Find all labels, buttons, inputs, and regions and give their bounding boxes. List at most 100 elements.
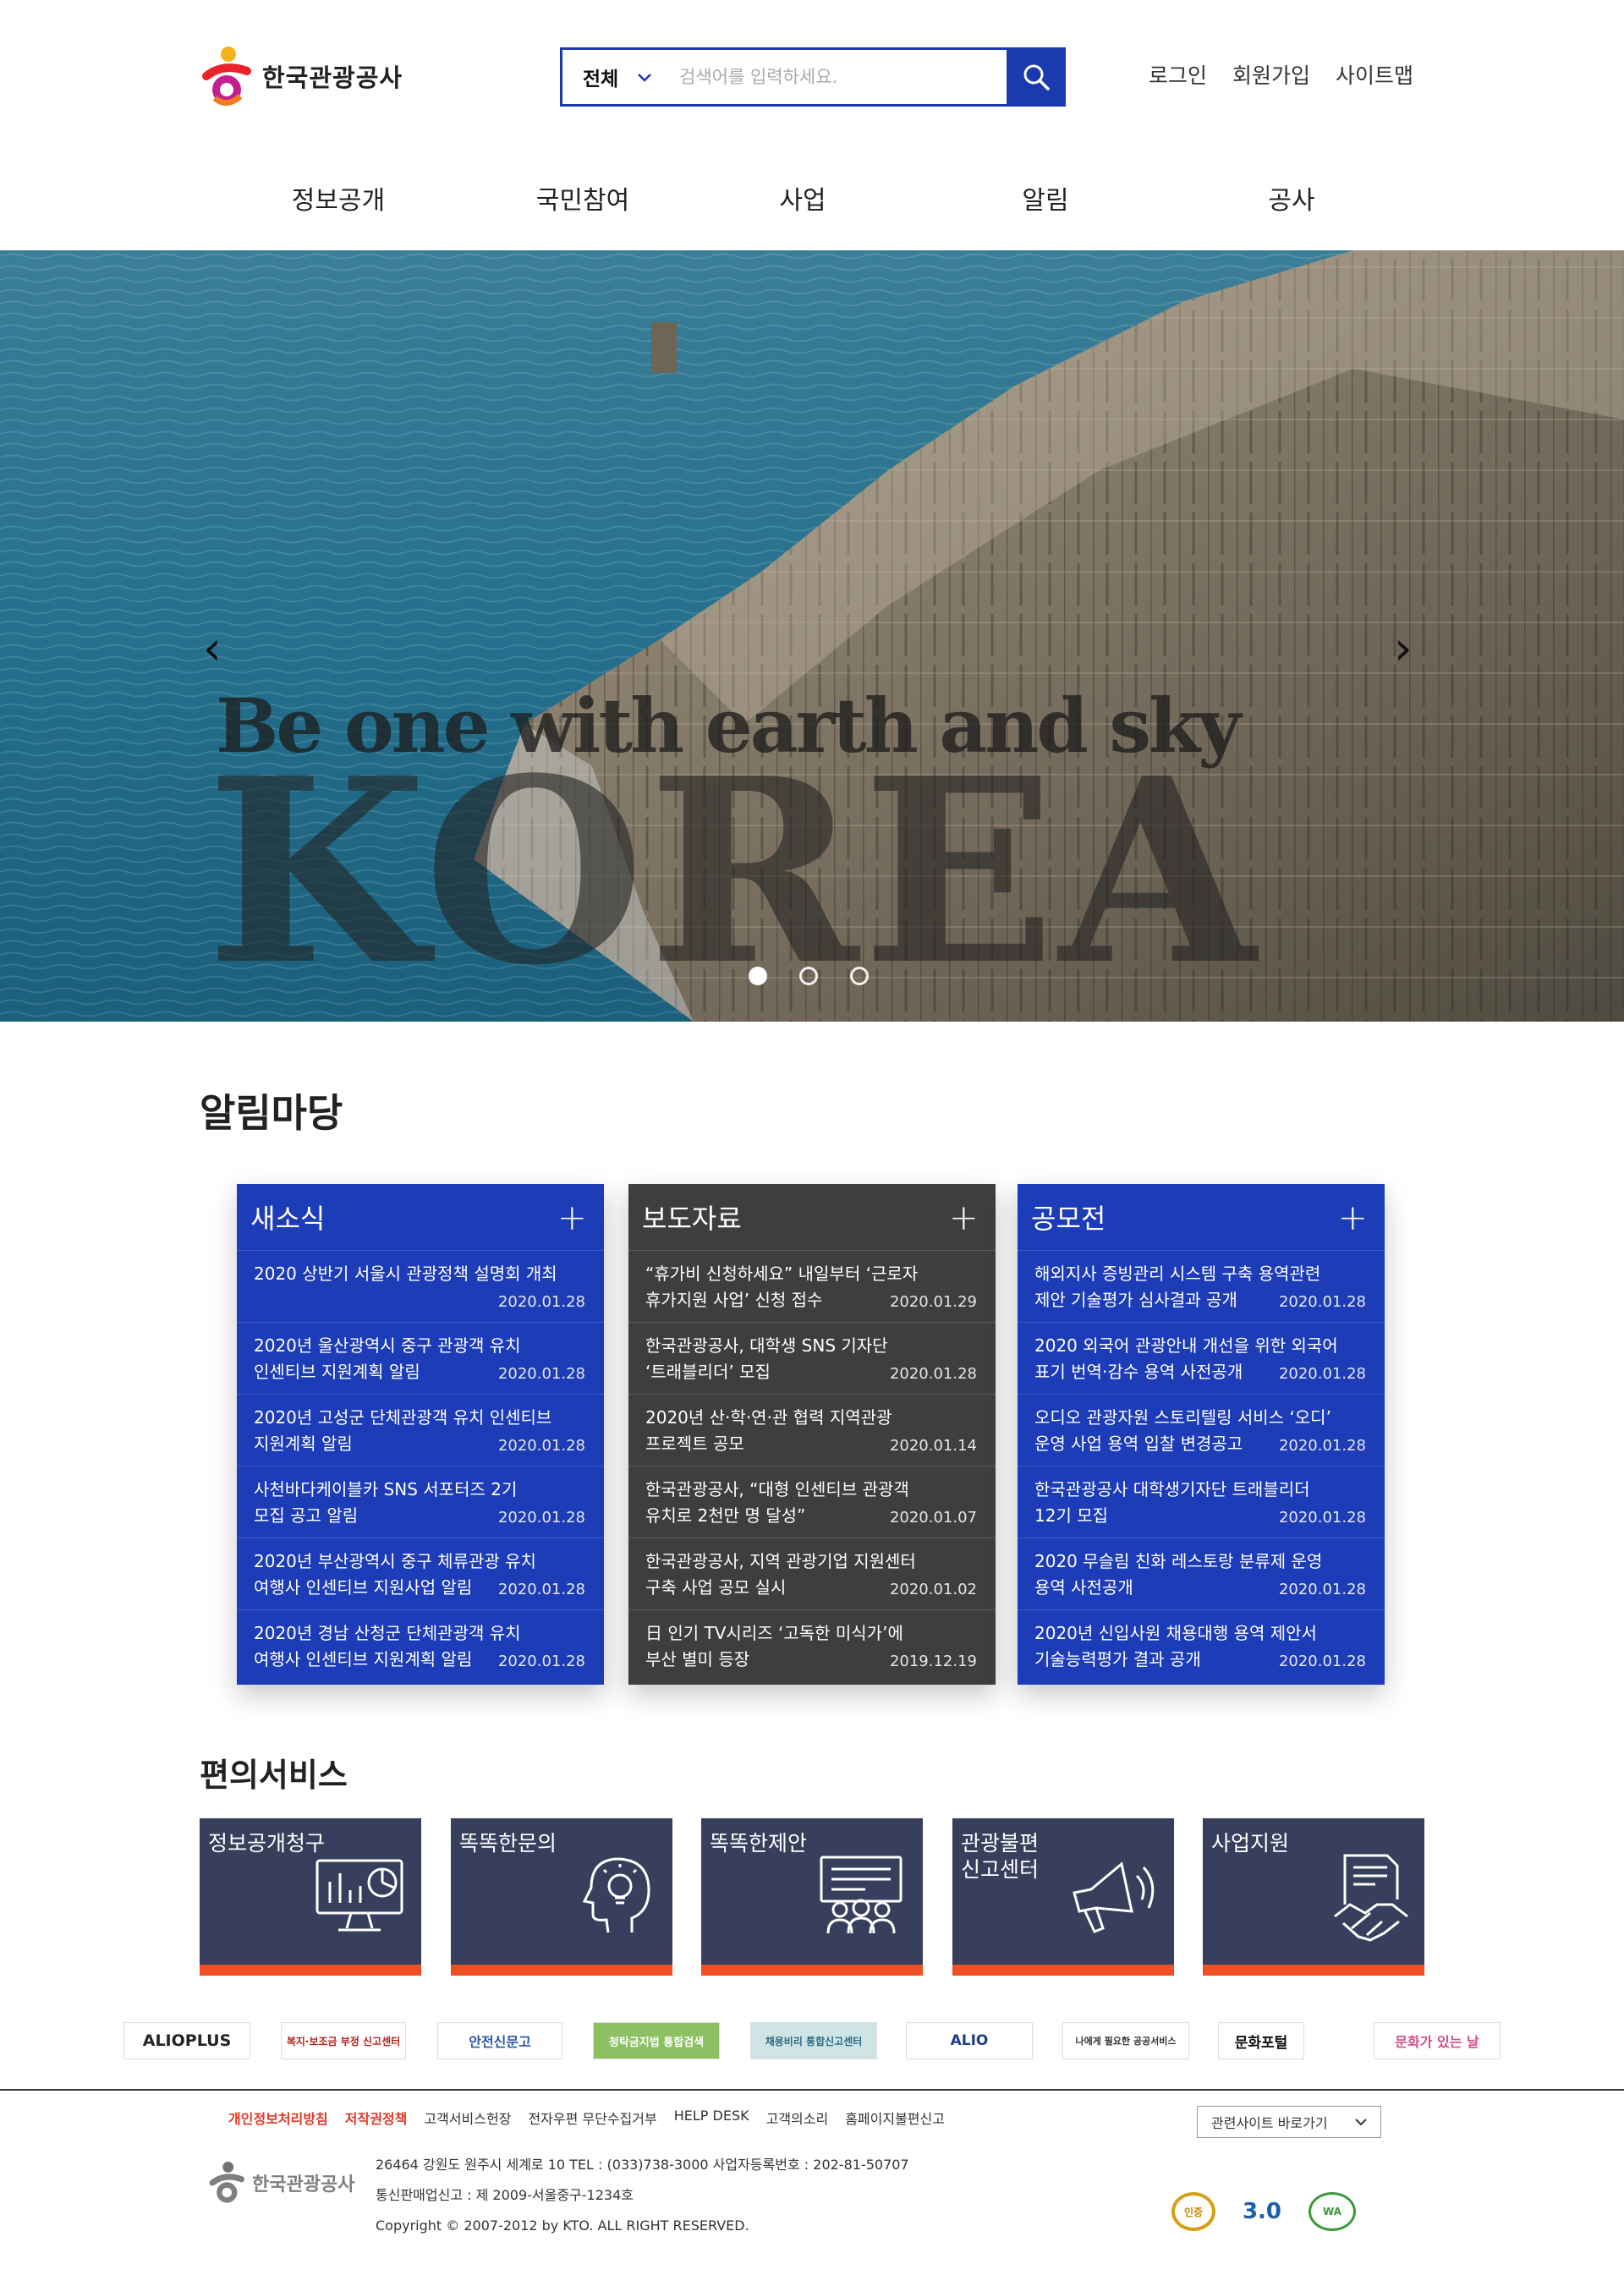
footer-link[interactable]: HELP DESK xyxy=(674,2108,749,2128)
banner-safety-report[interactable]: 안전신문고 xyxy=(437,2022,562,2059)
board-item-title-line1: 2020년 산·학·연·관 협력 지역관광 xyxy=(645,1407,892,1428)
footer-links: 개인정보처리방침 저작권정책 고객서비스헌장 전자우편 무단수집거부 HELP DESK… xyxy=(228,2108,945,2128)
related-sites-label: 관련사이트 바로가기 xyxy=(1211,2115,1328,2131)
footer-link[interactable]: 개인정보처리방침 xyxy=(228,2108,328,2128)
more-button[interactable]: + xyxy=(557,1197,587,1238)
service-business-support[interactable]: 사업지원 xyxy=(1203,1818,1424,1976)
slider-dot[interactable] xyxy=(850,967,869,985)
board-list-item[interactable]: 한국관광공사 대학생기자단 트래블리더 12기 모집 2020.01.28 xyxy=(1018,1466,1385,1538)
banner-culture-day[interactable]: 문화가 있는 날 xyxy=(1374,2022,1501,2059)
slider-prev-button[interactable]: ‹ xyxy=(203,622,222,675)
nav-item-info-disclosure[interactable]: 정보공개 xyxy=(292,179,385,217)
board-list-item[interactable]: 한국관광공사, 지역 관광기업 지원센터 구축 사업 공모 실시 2020.01.0… xyxy=(628,1538,996,1609)
board-item-date: 2020.01.28 xyxy=(497,1293,585,1311)
more-button[interactable]: + xyxy=(1338,1197,1368,1238)
board-list-item[interactable]: 2020년 울산광역시 중구 관광객 유치 인센티브 지원계획 알림 2020.01… xyxy=(237,1322,604,1394)
board-list-item[interactable]: 한국관광공사, 대학생 SNS 기자단 ‘트래블리더’ 모집 2020.01.28 xyxy=(628,1322,996,1394)
board-list-item[interactable]: 日 인기 TV시리즈 ‘고독한 미식가’에 부산 별미 등장 2019.12.19 xyxy=(628,1609,996,1681)
banner-label: 청탁금지법 통합검색 xyxy=(608,2036,705,2049)
board-list-item[interactable]: 해외지사 증빙관리 시스템 구축 용역관련 제안 기술평가 심사결과 공개 2020… xyxy=(1018,1250,1385,1322)
site-logo[interactable]: 한국관광공사 xyxy=(198,42,403,110)
search-button[interactable] xyxy=(1007,47,1066,107)
handshake-contract-icon xyxy=(1334,1854,1408,1942)
footer-link[interactable]: 홈페이지불편신고 xyxy=(845,2108,945,2128)
board-list-item[interactable]: 2020 외국어 관광안내 개선을 위한 외국어 표기 번역·감수 용역 사전공개… xyxy=(1018,1322,1385,1394)
board-list-item[interactable]: 오디오 관광자원 스토리텔링 서비스 ‘오디’ 운영 사업 용역 입찰 변경공고 2… xyxy=(1018,1394,1385,1466)
board-item-title-line1: 2020년 부산광역시 중구 체류관광 유치 xyxy=(254,1551,536,1571)
board-list-item[interactable]: 2020년 신입사원 채용대행 용역 제안서 기술능력평가 결과 공개 2020.0… xyxy=(1018,1609,1385,1681)
board-header: 공모전 + xyxy=(1018,1184,1385,1250)
slider-dot[interactable] xyxy=(749,967,767,985)
footer-link[interactable]: 고객의소리 xyxy=(766,2108,829,2128)
board-item-date: 2020.01.28 xyxy=(1278,1293,1366,1311)
login-link[interactable]: 로그인 xyxy=(1149,59,1207,90)
banner-label: 안전신문고 xyxy=(469,2034,531,2050)
slider-dot[interactable] xyxy=(799,967,818,985)
nav-item-business[interactable]: 사업 xyxy=(779,179,826,217)
banner-hiring-report[interactable]: 채용비리 통합신고센터 xyxy=(750,2022,877,2059)
board-title: 보도자료 xyxy=(642,1203,742,1235)
cert-label: 3.0 xyxy=(1242,2199,1282,2224)
banner-label: 나에게 필요한 공공서비스 xyxy=(1075,2036,1177,2047)
search-input[interactable] xyxy=(672,50,1007,104)
board-list-item[interactable]: 사천바다케이블카 SNS 서포터즈 2기 모집 공고 알림 2020.01.28 xyxy=(237,1466,604,1538)
service-label-line1: 똑똑한제안 xyxy=(710,1831,808,1856)
board-list-item[interactable]: “휴가비 신청하세요” 내일부터 ‘근로자 휴가지원 사업’ 신청 접수 2020.… xyxy=(628,1250,996,1322)
banner-label: 문화가 있는 날 xyxy=(1395,2034,1479,2050)
board-header: 보도자료 + xyxy=(628,1184,996,1250)
banner-subsidy-report[interactable]: 복지·보조금 부정 신고센터 xyxy=(281,2022,406,2059)
banner-anti-graft[interactable]: 청탁금지법 통합검색 xyxy=(593,2022,720,2059)
kto-logo-mark-icon xyxy=(198,42,257,110)
board-item-title-line1: “휴가비 신청하세요” 내일부터 ‘근로자 xyxy=(645,1264,919,1284)
footer-link[interactable]: 저작권정책 xyxy=(345,2108,408,2128)
nav-item-participation[interactable]: 국민참여 xyxy=(536,179,629,217)
more-button[interactable]: + xyxy=(949,1197,979,1238)
web-accessibility-mark-icon: WA xyxy=(1309,2192,1356,2231)
board-item-title-line1: 해외지사 증빙관리 시스템 구축 용역관련 xyxy=(1034,1264,1321,1284)
search-bar: 전체 xyxy=(560,47,1066,107)
site-header: 한국관광공사 전체 로그인 회원가입 사이트맵 xyxy=(0,0,1624,148)
board-list-item[interactable]: 2020년 고성군 단체관광객 유치 인센티브 지원계획 알림 2020.01.28 xyxy=(237,1394,604,1466)
service-label-line2: 신고센터 xyxy=(961,1857,1040,1882)
board-item-date: 2020.01.29 xyxy=(889,1293,977,1311)
board-item-date: 2020.01.28 xyxy=(497,1653,585,1670)
section-title-notice: 알림마당 xyxy=(200,1090,343,1136)
banner-culture-portal[interactable]: 문화포털 xyxy=(1218,2022,1304,2059)
service-info-request[interactable]: 정보공개청구 xyxy=(200,1818,421,1976)
footer-link[interactable]: 고객서비스헌장 xyxy=(424,2108,511,2128)
board-list-item[interactable]: 한국관광공사, “대형 인센티브 관광객 유치로 2천만 명 달성” 2020.01… xyxy=(628,1466,996,1538)
service-smart-inquiry[interactable]: 똑똑한문의 xyxy=(451,1818,672,1976)
chevron-down-icon xyxy=(1355,2119,1367,2126)
head-bulb-icon xyxy=(582,1857,650,1933)
banner-public-service[interactable]: 나에게 필요한 공공서비스 xyxy=(1062,2022,1189,2059)
certification-marks: 인증 3.0 WA xyxy=(1171,2192,1356,2231)
service-complaint-center[interactable]: 관광불편 신고센터 xyxy=(952,1818,1174,1976)
board-list-item[interactable]: 2020 상반기 서울시 관광정책 설명회 개최 2020.01.28 xyxy=(237,1250,604,1322)
footer-link[interactable]: 전자우편 무단수집거부 xyxy=(528,2108,656,2128)
banner-alioplus[interactable]: ALIOPLUS xyxy=(123,2022,250,2059)
nav-item-company[interactable]: 공사 xyxy=(1268,179,1314,217)
footer-copyright: Copyright © 2007-2012 by KTO. ALL RIGHT … xyxy=(376,2217,749,2234)
board-item-date: 2020.01.28 xyxy=(497,1437,585,1455)
site-footer: 개인정보처리방침 저작권정책 고객서비스헌장 전자우편 무단수집거부 HELP DESK… xyxy=(0,2089,1624,2275)
board-list-item[interactable]: 2020년 산·학·연·관 협력 지역관광 프로젝트 공모 2020.01.14 xyxy=(628,1394,996,1466)
board-list-item[interactable]: 2020년 경남 산청군 단체관광객 유치 여행사 인센티브 지원계획 알림 202… xyxy=(237,1609,604,1681)
related-sites-select[interactable]: 관련사이트 바로가기 xyxy=(1197,2106,1381,2138)
board-list-item[interactable]: 2020 무슬림 친화 레스토랑 분류제 운영 용역 사전공개 2020.01.28 xyxy=(1018,1538,1385,1609)
board-item-date: 2020.01.28 xyxy=(1278,1653,1366,1670)
search-scope-select[interactable]: 전체 xyxy=(562,50,672,104)
board-item-date: 2020.01.28 xyxy=(497,1581,585,1598)
banner-alio[interactable]: ALIO xyxy=(906,2022,1033,2059)
footer-mail-order: 통신판매업신고 : 제 2009-서울중구-1234호 xyxy=(376,2187,634,2203)
signup-link[interactable]: 회원가입 xyxy=(1232,59,1310,90)
board-header: 새소식 + xyxy=(237,1184,604,1250)
slider-next-button[interactable]: › xyxy=(1394,622,1413,675)
cert-seal-icon: 인증 xyxy=(1171,2192,1215,2231)
nav-item-notice[interactable]: 알림 xyxy=(1022,179,1068,217)
board-item-date: 2020.01.02 xyxy=(889,1581,977,1598)
board-list-item[interactable]: 2020년 부산광역시 중구 체류관광 유치 여행사 인센티브 지원사업 알림 20… xyxy=(237,1538,604,1609)
sitemap-link[interactable]: 사이트맵 xyxy=(1336,59,1413,90)
board-title: 새소식 xyxy=(250,1203,326,1235)
service-smart-proposal[interactable]: 똑똑한제안 xyxy=(701,1818,923,1976)
board-item-title-line1: 2020 상반기 서울시 관광정책 설명회 개최 xyxy=(254,1264,557,1284)
